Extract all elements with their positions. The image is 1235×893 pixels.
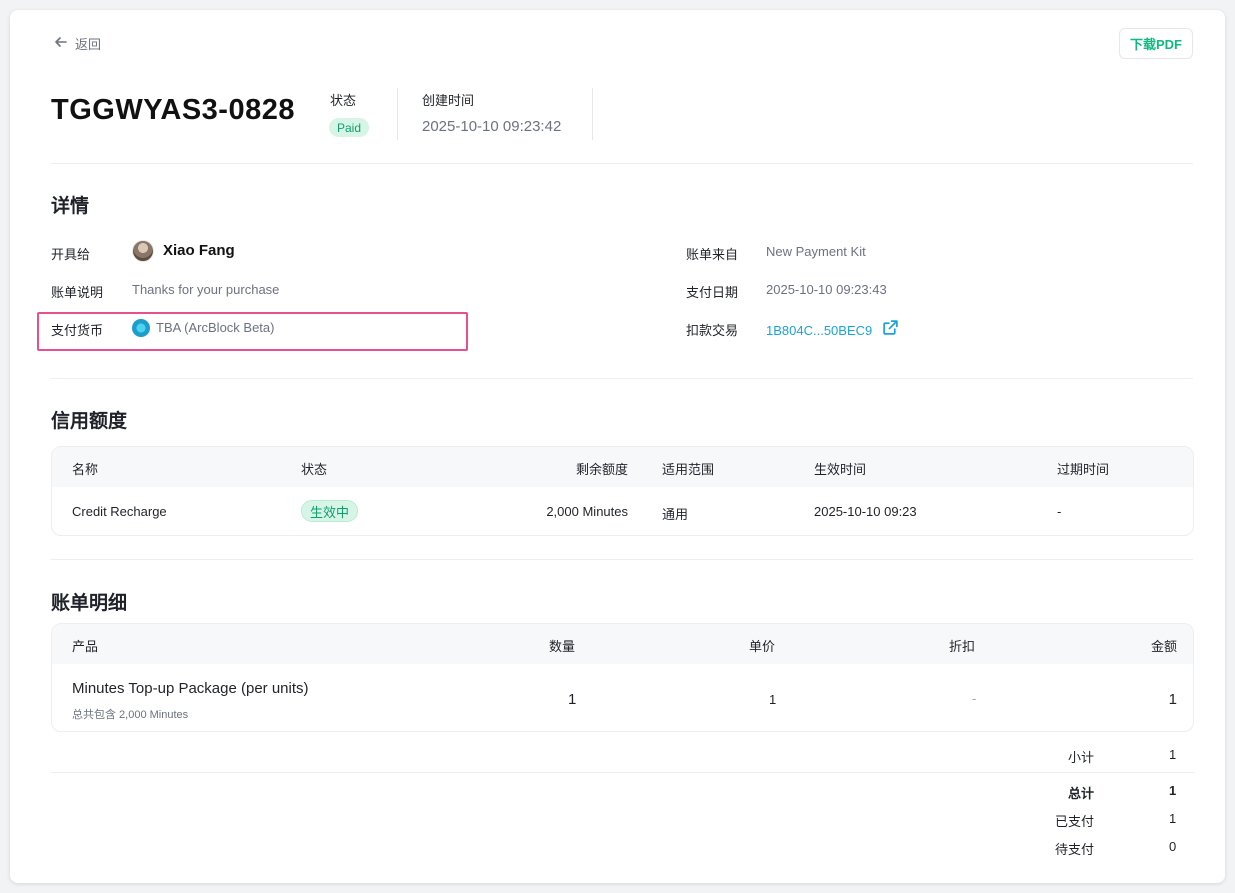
source-value: New Payment Kit <box>766 244 866 259</box>
details-title: 详情 <box>51 196 90 217</box>
paid-label: 已支付 <box>1055 814 1095 829</box>
paid-date-label: 支付日期 <box>686 285 739 300</box>
description-value: Thanks for your purchase <box>132 282 280 297</box>
table-header: 名称 状态 剩余额度 适用范围 生效时间 过期时间 <box>52 447 1193 487</box>
back-label: 返回 <box>75 37 102 52</box>
issued-to-name: Xiao Fang <box>163 242 235 259</box>
subtotal-value: 1 <box>1169 747 1177 762</box>
token-icon <box>132 319 150 337</box>
item-quantity: 1 <box>568 691 577 708</box>
credit-remaining: 2,000 Minutes <box>546 504 628 519</box>
col-name: 名称 <box>72 462 99 477</box>
summary-divider <box>51 772 1194 773</box>
download-pdf-button[interactable]: 下载PDF <box>1119 28 1193 59</box>
tx-value: 1B804C...50BEC9 <box>766 322 873 338</box>
credit-expires: - <box>1057 504 1062 519</box>
subtotal-label: 小计 <box>1068 750 1095 765</box>
items-table: 产品 数量 单价 折扣 金额 Minutes Top-up Package (p… <box>51 623 1194 732</box>
due-label: 待支付 <box>1055 842 1095 857</box>
external-link-icon <box>882 319 899 341</box>
paid-date-value: 2025-10-10 09:23:43 <box>766 282 887 297</box>
items-title: 账单明细 <box>51 593 128 614</box>
credits-title: 信用额度 <box>51 411 128 432</box>
item-amount: 1 <box>1168 691 1177 708</box>
credits-table: 名称 状态 剩余额度 适用范围 生效时间 过期时间 Credit Recharg… <box>51 446 1194 536</box>
created-value: 2025-10-10 09:23:42 <box>422 118 562 135</box>
source-label: 账单来自 <box>686 247 739 262</box>
divider <box>51 163 1193 164</box>
col-expires: 过期时间 <box>1057 462 1110 477</box>
tx-label: 扣款交易 <box>686 323 739 338</box>
total-label: 总计 <box>1068 786 1095 801</box>
status-badge: Paid <box>329 118 370 137</box>
header-divider-2 <box>592 88 593 140</box>
currency-value: TBA (ArcBlock Beta) <box>156 320 275 335</box>
avatar <box>132 240 154 262</box>
col-unit-price: 单价 <box>749 639 776 654</box>
product-subtext: 总共包含 2,000 Minutes <box>72 709 189 721</box>
invoice-number: TGGWYAS3-0828 <box>51 94 295 126</box>
total-value: 1 <box>1169 783 1177 798</box>
col-effective: 生效时间 <box>814 462 867 477</box>
due-value: 0 <box>1169 839 1177 854</box>
back-link[interactable]: 返回 <box>53 34 101 53</box>
col-quantity: 数量 <box>549 639 576 654</box>
created-label: 创建时间 <box>422 93 475 108</box>
product-name: Minutes Top-up Package (per units) <box>72 680 309 697</box>
col-product: 产品 <box>72 639 99 654</box>
description-label: 账单说明 <box>51 285 104 300</box>
invoice-card: 返回 下载PDF TGGWYAS3-0828 状态 Paid 创建时间 2025… <box>10 10 1225 883</box>
col-discount: 折扣 <box>949 639 976 654</box>
col-scope: 适用范围 <box>662 462 715 477</box>
divider <box>51 559 1193 560</box>
item-discount: - <box>972 691 977 706</box>
paid-value: 1 <box>1169 811 1177 826</box>
credit-scope: 通用 <box>662 507 689 522</box>
issued-to-label: 开具给 <box>51 247 91 262</box>
credit-effective: 2025-10-10 09:23 <box>814 504 917 519</box>
tx-link[interactable]: 1B804C...50BEC9 <box>766 319 899 341</box>
item-unit-price: 1 <box>769 692 777 707</box>
status-label: 状态 <box>330 93 357 108</box>
col-remaining: 剩余额度 <box>575 462 628 477</box>
credit-name: Credit Recharge <box>72 504 167 519</box>
currency-label: 支付货币 <box>51 323 104 338</box>
credit-status-badge: 生效中 <box>301 500 359 522</box>
col-status: 状态 <box>301 462 328 477</box>
header-divider <box>397 88 398 140</box>
arrow-left-icon <box>53 34 69 53</box>
col-amount: 金额 <box>1150 639 1177 654</box>
divider <box>51 378 1193 379</box>
table-header: 产品 数量 单价 折扣 金额 <box>52 624 1193 664</box>
